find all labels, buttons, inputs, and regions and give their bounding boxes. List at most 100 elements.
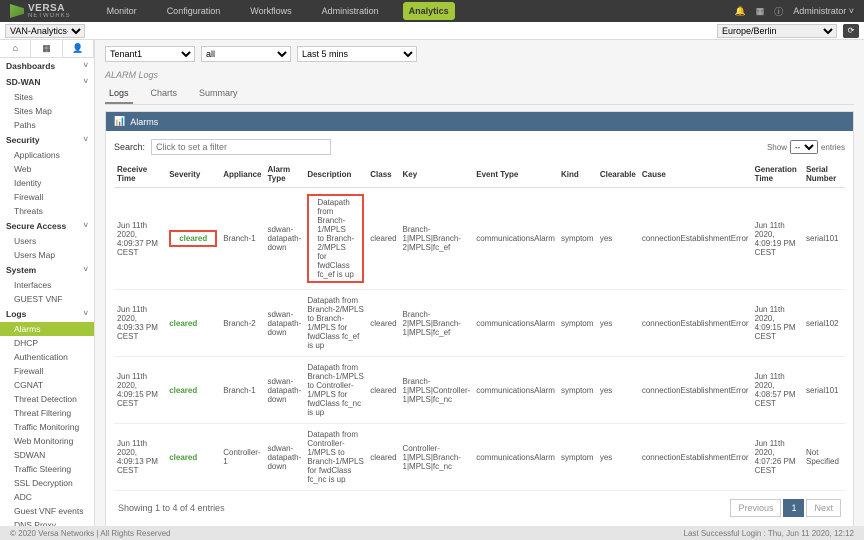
sidebar-item-guest-vnf[interactable]: GUEST VNF — [0, 292, 94, 306]
breadcrumb: ALARM Logs — [105, 70, 854, 80]
sidebar-section-logs[interactable]: Logs˅ — [0, 306, 94, 322]
sidebar-item-sites[interactable]: Sites — [0, 90, 94, 104]
sidebar-item-alarms[interactable]: Alarms — [0, 322, 94, 336]
tab-charts[interactable]: Charts — [147, 84, 182, 104]
notification-icon[interactable]: 🔔 — [734, 6, 745, 17]
grid-icon[interactable]: ▦ — [756, 6, 765, 17]
timerange-select[interactable]: Last 5 mins — [297, 46, 417, 62]
sidebar-item-threat-filtering[interactable]: Threat Filtering — [0, 406, 94, 420]
sidebar-item-dns-proxy[interactable]: DNS Proxy — [0, 518, 94, 526]
sidebar-item-traffic-steering[interactable]: Traffic Steering — [0, 462, 94, 476]
main-content: Tenant1 all Last 5 mins ALARM Logs Logs C… — [95, 40, 864, 526]
sidebar-item-paths[interactable]: Paths — [0, 118, 94, 132]
column-header[interactable]: Key — [400, 161, 474, 188]
cell: Jun 11th 2020, 4:07:26 PM CEST — [752, 424, 803, 491]
entries-info: Showing 1 to 4 of 4 entries — [118, 503, 225, 513]
sidebar-item-traffic-monitoring[interactable]: Traffic Monitoring — [0, 420, 94, 434]
cell: cleared — [166, 188, 220, 290]
alarms-panel: 📊 Alarms Search: Show -- entries Receive… — [105, 111, 854, 526]
column-header[interactable]: Receive Time — [114, 161, 166, 188]
entries-select[interactable]: -- — [790, 140, 818, 154]
filter-bar: Tenant1 all Last 5 mins — [105, 46, 854, 62]
sidebar-item-sites-map[interactable]: Sites Map — [0, 104, 94, 118]
cell: Branch-1|MPLS|Controller-1|MPLS|fc_nc — [400, 357, 474, 424]
sidebar-item-adc[interactable]: ADC — [0, 490, 94, 504]
copyright: © 2020 Versa Networks | All Rights Reser… — [10, 529, 171, 538]
sidebar-item-guest-vnf-events[interactable]: Guest VNF events — [0, 504, 94, 518]
sidebar-item-applications[interactable]: Applications — [0, 148, 94, 162]
scope-select[interactable]: all — [201, 46, 291, 62]
table-row[interactable]: Jun 11th 2020, 4:09:15 PM CESTclearedBra… — [114, 357, 845, 424]
tab-logs[interactable]: Logs — [105, 84, 133, 104]
sidebar-item-users[interactable]: Users — [0, 234, 94, 248]
search-row: Search: Show -- entries — [114, 139, 845, 155]
sidebar-item-firewall[interactable]: Firewall — [0, 364, 94, 378]
table-row[interactable]: Jun 11th 2020, 4:09:33 PM CESTclearedBra… — [114, 290, 845, 357]
prev-page[interactable]: Previous — [730, 499, 781, 517]
user-menu[interactable]: Administrator ˅ — [793, 6, 854, 16]
home-icon[interactable]: ⌂ — [0, 40, 31, 57]
sidebar-section-system[interactable]: System˅ — [0, 262, 94, 278]
column-header[interactable]: Serial Number — [803, 161, 845, 188]
sidebar-item-interfaces[interactable]: Interfaces — [0, 278, 94, 292]
column-header[interactable]: Clearable — [597, 161, 639, 188]
nav-monitor[interactable]: Monitor — [101, 2, 143, 20]
cell: serial102 — [803, 290, 845, 357]
cell: Branch-1 — [220, 357, 264, 424]
nav-analytics[interactable]: Analytics — [403, 2, 455, 20]
table-row[interactable]: Jun 11th 2020, 4:09:37 PM CESTclearedBra… — [114, 188, 845, 290]
sidebar-item-identity[interactable]: Identity — [0, 176, 94, 190]
sidebar-section-security[interactable]: Security˅ — [0, 132, 94, 148]
search-label: Search: — [114, 142, 145, 152]
column-header[interactable]: Event Type — [473, 161, 558, 188]
main-nav: Monitor Configuration Workflows Administrat… — [101, 2, 735, 20]
cell: Datapath from Branch-2/MPLS to Branch-1/… — [304, 290, 367, 357]
sidebar-section-dashboards[interactable]: Dashboards˅ — [0, 58, 94, 74]
instance-select[interactable]: VAN-Analytics-1 — [5, 24, 85, 38]
nav-configuration[interactable]: Configuration — [161, 2, 227, 20]
sidebar-item-web-monitoring[interactable]: Web Monitoring — [0, 434, 94, 448]
page-1[interactable]: 1 — [783, 499, 804, 517]
column-header[interactable]: Severity — [166, 161, 220, 188]
sidebar-item-sdwan[interactable]: SDWAN — [0, 448, 94, 462]
cell: connectionEstablishmentError — [639, 424, 752, 491]
sidebar-item-ssl-decryption[interactable]: SSL Decryption — [0, 476, 94, 490]
column-header[interactable]: Description — [304, 161, 367, 188]
tab-summary[interactable]: Summary — [195, 84, 242, 104]
nav-administration[interactable]: Administration — [316, 2, 385, 20]
search-input[interactable] — [151, 139, 331, 155]
cell: symptom — [558, 357, 597, 424]
table-row[interactable]: Jun 11th 2020, 4:09:13 PM CESTclearedCon… — [114, 424, 845, 491]
column-header[interactable]: Appliance — [220, 161, 264, 188]
sidebar-section-secure-access[interactable]: Secure Access˅ — [0, 218, 94, 234]
sidebar-item-threat-detection[interactable]: Threat Detection — [0, 392, 94, 406]
cell: Controller-1 — [220, 424, 264, 491]
next-page[interactable]: Next — [806, 499, 841, 517]
alarms-table: Receive TimeSeverityApplianceAlarm TypeD… — [114, 161, 845, 491]
sidebar-toolbar: ⌂ ▦ 👤 — [0, 40, 94, 58]
column-header[interactable]: Generation Time — [752, 161, 803, 188]
column-header[interactable]: Kind — [558, 161, 597, 188]
cell: cleared — [367, 290, 399, 357]
org-icon[interactable]: ▦ — [31, 40, 62, 57]
sidebar-item-threats[interactable]: Threats — [0, 204, 94, 218]
column-header[interactable]: Class — [367, 161, 399, 188]
user-icon[interactable]: 👤 — [63, 40, 94, 57]
tenant-select[interactable]: Tenant1 — [105, 46, 195, 62]
info-icon[interactable]: ⓘ — [774, 5, 783, 18]
sidebar-item-web[interactable]: Web — [0, 162, 94, 176]
cell: Jun 11th 2020, 4:09:19 PM CEST — [752, 188, 803, 290]
sidebar-item-users-map[interactable]: Users Map — [0, 248, 94, 262]
cell: communicationsAlarm — [473, 357, 558, 424]
sidebar-item-dhcp[interactable]: DHCP — [0, 336, 94, 350]
column-header[interactable]: Cause — [639, 161, 752, 188]
sidebar-section-sd-wan[interactable]: SD-WAN˅ — [0, 74, 94, 90]
nav-workflows[interactable]: Workflows — [244, 2, 297, 20]
sidebar-item-firewall[interactable]: Firewall — [0, 190, 94, 204]
cell: Branch-2|MPLS|Branch-1|MPLS|fc_ef — [400, 290, 474, 357]
refresh-button[interactable]: ⟳ — [843, 24, 859, 38]
sidebar-item-cgnat[interactable]: CGNAT — [0, 378, 94, 392]
timezone-select[interactable]: Europe/Berlin — [717, 24, 837, 38]
column-header[interactable]: Alarm Type — [264, 161, 304, 188]
sidebar-item-authentication[interactable]: Authentication — [0, 350, 94, 364]
